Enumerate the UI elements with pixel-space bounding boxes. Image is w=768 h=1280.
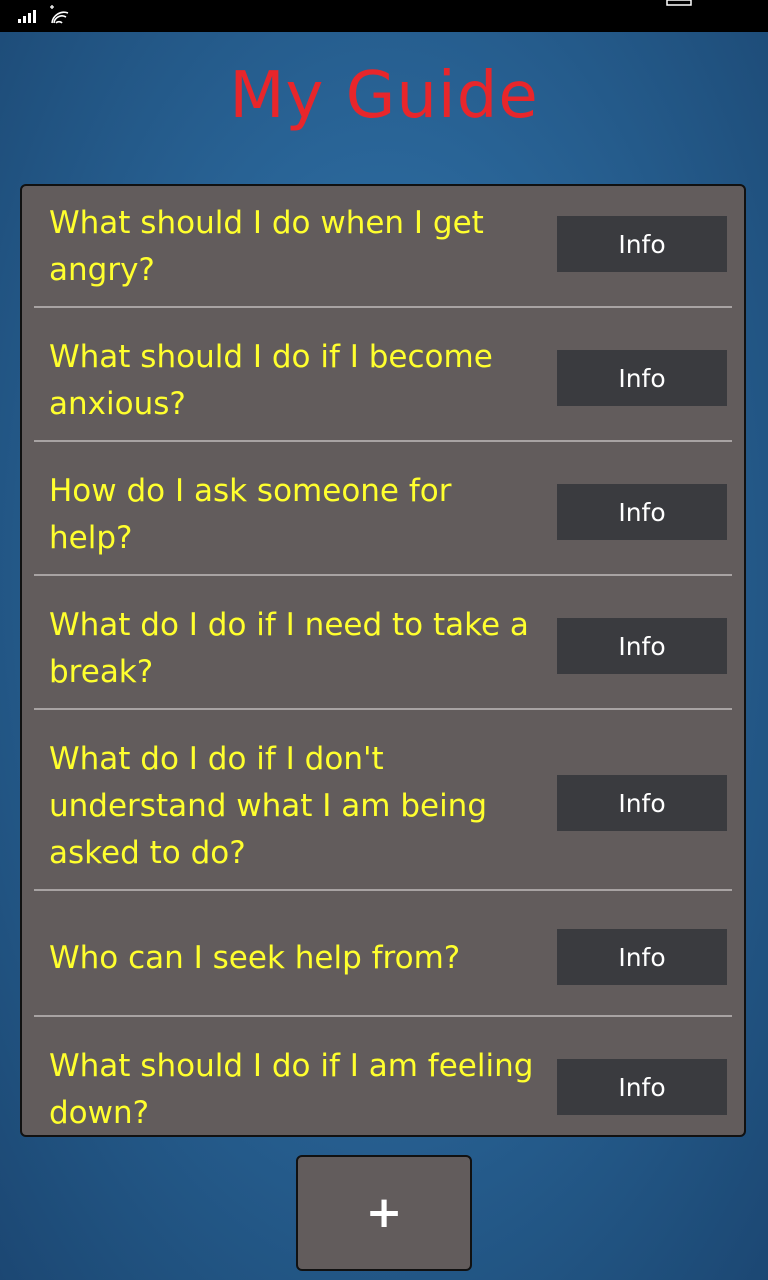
info-button[interactable]: Info [557,1059,727,1115]
info-button[interactable]: Info [557,618,727,674]
list-item: What should I do when I get angry? Info [22,186,744,308]
info-button[interactable]: Info [557,775,727,831]
guide-list: What should I do when I get angry? Info … [20,184,746,1137]
plus-icon: + [365,1187,403,1238]
status-bar [0,0,768,32]
info-button[interactable]: Info [557,484,727,540]
info-button[interactable]: Info [557,350,727,406]
list-item: How do I ask someone for help? Info [22,442,744,576]
page-title: My Guide [229,59,539,133]
wifi-icon [50,5,69,24]
add-button[interactable]: + [296,1155,472,1271]
info-button[interactable]: Info [557,216,727,272]
question-text: What should I do when I get angry? [49,205,484,288]
list-item: What should I do if I become anxious? In… [22,308,744,442]
question-text: Who can I seek help from? [49,940,461,976]
list-item: Who can I seek help from? Info [22,891,744,1017]
info-button[interactable]: Info [557,929,727,985]
question-text: What do I do if I don't understand what … [49,741,488,871]
list-item: What should I do if I am feeling down? I… [22,1017,744,1135]
question-text: What should I do if I become anxious? [49,339,493,422]
signal-icon [18,10,36,23]
question-text: How do I ask someone for help? [49,473,452,556]
list-item: What do I do if I need to take a break? … [22,576,744,710]
battery-icon [666,0,692,6]
list-item: What do I do if I don't understand what … [22,710,744,891]
question-text: What should I do if I am feeling down? [49,1048,534,1131]
question-text: What do I do if I need to take a break? [49,607,529,690]
